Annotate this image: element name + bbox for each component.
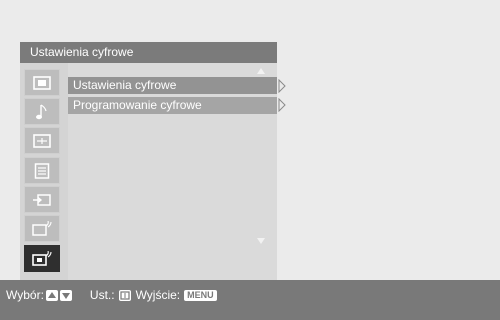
category-analog-settings[interactable] — [24, 215, 60, 242]
menu-item-digital-programming[interactable]: Programowanie cyfrowe — [68, 97, 277, 114]
menu-item-digital-settings[interactable]: Ustawienia cyfrowe — [68, 77, 277, 94]
digital-settings-icon — [32, 250, 52, 266]
panel-title: Ustawienia cyfrowe — [20, 42, 277, 63]
scroll-down-arrow-icon[interactable] — [256, 237, 266, 245]
category-digital-settings[interactable] — [24, 245, 60, 272]
set-label: Ust.: — [89, 288, 115, 302]
menu-key: MENU — [184, 289, 217, 301]
screen-icon — [33, 133, 51, 148]
sound-note-icon — [36, 103, 47, 119]
bottom-help-bar: Wybór: Ust.: Wyjście: MENU — [0, 280, 500, 320]
scroll-up-arrow-icon[interactable] — [256, 67, 266, 75]
up-arrow-key-icon — [45, 289, 58, 301]
category-input[interactable] — [24, 186, 60, 213]
picture-icon — [33, 75, 51, 90]
select-label: Wybór: — [6, 288, 44, 302]
submenu-area: Ustawienia cyfrowe Programowanie cyfrowe — [68, 63, 277, 282]
down-arrow-key-icon — [59, 289, 72, 301]
chevron-right-icon — [278, 98, 286, 112]
chevron-right-icon — [278, 79, 286, 93]
input-icon — [33, 193, 51, 206]
exit-label: Wyjście: — [135, 288, 181, 302]
category-picture[interactable] — [24, 69, 60, 96]
help-row: Wybór: Ust.: Wyjście: MENU — [6, 287, 217, 303]
category-features[interactable] — [24, 157, 60, 184]
category-icon-column — [20, 63, 64, 282]
category-sound[interactable] — [24, 98, 60, 125]
features-list-icon — [34, 162, 50, 179]
enter-key-icon — [118, 289, 131, 301]
category-screen[interactable] — [24, 127, 60, 154]
analog-settings-icon — [32, 220, 52, 236]
settings-panel: Ustawienia cyfrowe Ustawienia cyfrowe Pr… — [20, 42, 277, 282]
